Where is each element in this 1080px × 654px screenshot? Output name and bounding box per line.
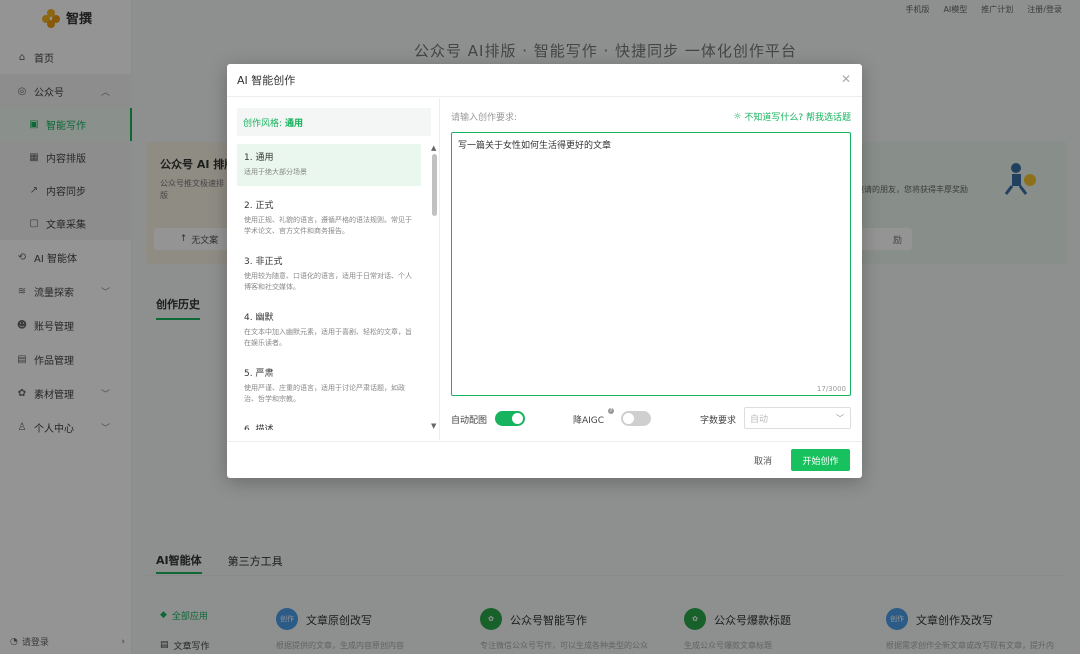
style-header-value: 通用 — [285, 118, 304, 129]
toggle-knob — [512, 413, 523, 424]
aigc-toggle[interactable] — [621, 411, 651, 426]
options-row: 自动配图 降AIGC ? 字数要求 自动 ﹀ — [451, 406, 851, 430]
style-option-serious[interactable]: 5. 严肃 使用严谨、庄重的语言，适用于讨论严肃话题，如政治、哲学和宗教。 — [237, 360, 421, 414]
aigc-label: 降AIGC — [573, 416, 605, 426]
style-list: 1. 通用 适用于绝大部分场景 2. 正式 使用正规、礼貌的语言，遵循严格的语法… — [237, 144, 421, 430]
ai-creation-dialog: AI 智能创作 ✕ 创作风格: 通用 1. 通用 适用于绝大部分场景 2. 正式… — [227, 64, 862, 478]
auto-image-label: 自动配图 — [451, 416, 488, 426]
style-option-formal[interactable]: 2. 正式 使用正规、礼貌的语言，遵循严格的语法规则。常见于学术论文、官方文件和… — [237, 192, 421, 246]
info-icon[interactable]: ? — [608, 408, 614, 414]
wordcount-value: 自动 — [750, 414, 769, 425]
wordcount-label: 字数要求 — [700, 416, 737, 426]
requirement-text: 写一篇关于女性如何生活得更好的文章 — [458, 141, 612, 151]
lightbulb-icon: ☼ — [733, 111, 742, 122]
style-desc: 使用正规、礼貌的语言，遵循严格的语法规则。常见于学术论文、官方文件和商务报告。 — [244, 216, 412, 235]
style-panel: 创作风格: 通用 1. 通用 适用于绝大部分场景 2. 正式 使用正规、礼貌的语… — [237, 108, 437, 430]
style-desc: 使用较为随意、口语化的语言，适用于日常对话、个人博客和社交媒体。 — [244, 272, 412, 291]
style-scrollbar[interactable]: ▲ ▼ — [431, 144, 439, 430]
style-option-descriptive[interactable]: 6. 描述 — [237, 416, 421, 430]
auto-image-toggle[interactable] — [495, 411, 525, 426]
style-desc: 在文本中加入幽默元素，适用于喜剧、轻松的文章，旨在娱乐读者。 — [244, 328, 412, 347]
style-name: 3. 非正式 — [244, 257, 283, 267]
dialog-header: AI 智能创作 — [227, 64, 862, 97]
style-name: 1. 通用 — [244, 153, 274, 163]
scroll-down-icon[interactable]: ▼ — [431, 422, 436, 430]
scroll-up-icon[interactable]: ▲ — [431, 144, 436, 152]
style-option-humor[interactable]: 4. 幽默 在文本中加入幽默元素，适用于喜剧、轻松的文章，旨在娱乐读者。 — [237, 304, 421, 358]
style-name: 5. 严肃 — [244, 369, 274, 379]
close-icon[interactable]: ✕ — [840, 73, 852, 85]
topic-help-link[interactable]: ☼ 不知道写什么? 帮我选话题 — [733, 110, 851, 124]
style-option-general[interactable]: 1. 通用 适用于绝大部分场景 — [237, 144, 421, 186]
toggle-knob — [623, 413, 634, 424]
style-name: 6. 描述 — [244, 425, 274, 430]
start-creation-button[interactable]: 开始创作 — [791, 449, 850, 471]
panel-divider — [439, 98, 440, 440]
style-name: 4. 幽默 — [244, 313, 274, 323]
dialog-title: AI 智能创作 — [237, 74, 296, 87]
footer-divider — [227, 441, 862, 442]
char-count: 17/3000 — [816, 385, 846, 393]
style-name: 2. 正式 — [244, 201, 274, 211]
style-header-label: 创作风格: — [243, 118, 283, 129]
cancel-button[interactable]: 取消 — [747, 449, 779, 471]
style-desc: 适用于绝大部分场景 — [244, 168, 307, 176]
chevron-down-icon: ﹀ — [836, 414, 844, 423]
topic-help-label: 不知道写什么? 帮我选话题 — [744, 113, 851, 123]
style-desc: 使用严谨、庄重的语言，适用于讨论严肃话题，如政治、哲学和宗教。 — [244, 384, 405, 403]
wordcount-select[interactable]: 自动 ﹀ — [744, 407, 851, 429]
requirement-label: 请输入创作要求: — [451, 113, 518, 123]
style-option-informal[interactable]: 3. 非正式 使用较为随意、口语化的语言，适用于日常对话、个人博客和社交媒体。 — [237, 248, 421, 302]
requirement-textarea[interactable]: 写一篇关于女性如何生活得更好的文章 17/3000 — [451, 132, 851, 396]
scroll-thumb[interactable] — [432, 154, 437, 216]
style-header: 创作风格: 通用 — [237, 108, 431, 136]
